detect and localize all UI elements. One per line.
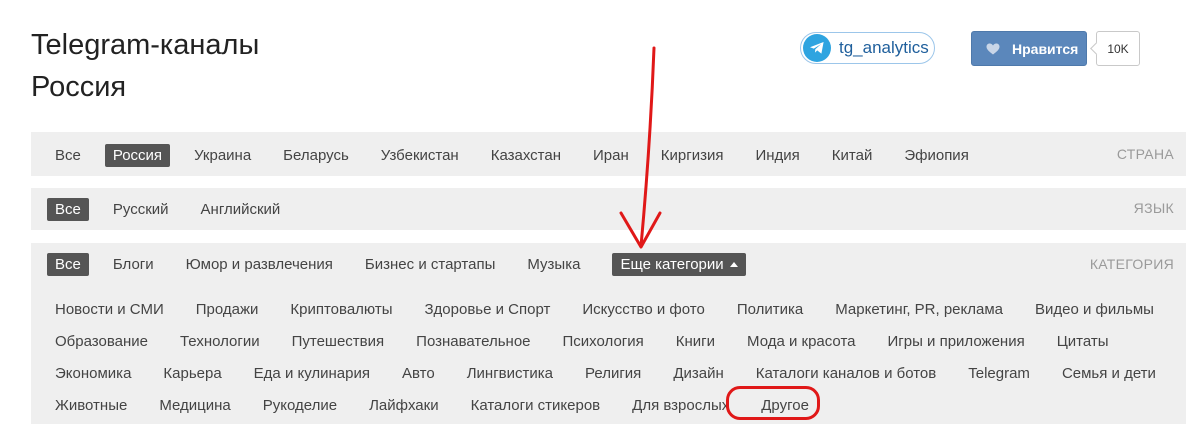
category-item[interactable]: Мода и красота (739, 331, 863, 352)
category-item[interactable]: Лайфхаки (361, 395, 447, 416)
more-categories-button[interactable]: Еще категории (612, 253, 746, 276)
country-filter-label: СТРАНА (1116, 146, 1174, 162)
country-chip-belarus[interactable]: Беларусь (275, 144, 357, 167)
category-item[interactable]: Для взрослых (624, 395, 737, 416)
country-chip-all[interactable]: Все (47, 144, 89, 167)
category-filter-bar: Все Блоги Юмор и развлечения Бизнес и ст… (31, 243, 1186, 424)
language-chip-all[interactable]: Все (47, 198, 89, 221)
category-item[interactable]: Авто (394, 363, 443, 384)
category-item[interactable]: Психология (555, 331, 652, 352)
category-item[interactable]: Искусство и фото (574, 299, 712, 320)
category-item[interactable]: Медицина (151, 395, 238, 416)
language-chip-russian[interactable]: Русский (105, 198, 177, 221)
category-item[interactable]: Игры и приложения (880, 331, 1033, 352)
category-row: Экономика Карьера Еда и кулинария Авто Л… (47, 357, 1167, 389)
country-chip-uzbekistan[interactable]: Узбекистан (373, 144, 467, 167)
like-count: 10K (1096, 31, 1140, 66)
country-chip-china[interactable]: Китай (824, 144, 881, 167)
more-categories-list: Новости и СМИ Продажи Криптовалюты Здоро… (47, 293, 1167, 421)
category-item[interactable]: Религия (577, 363, 649, 384)
category-chip-blogs[interactable]: Блоги (105, 253, 162, 276)
country-filter-bar: Все Россия Украина Беларусь Узбекистан К… (31, 132, 1186, 176)
language-filter-bar: Все Русский Английский ЯЗЫК (31, 188, 1186, 230)
category-chip-humor[interactable]: Юмор и развлечения (178, 253, 341, 276)
more-categories-label: Еще категории (620, 256, 724, 273)
category-item[interactable]: Технологии (172, 331, 268, 352)
category-item[interactable]: Путешествия (284, 331, 393, 352)
heart-icon (986, 43, 1000, 55)
category-item[interactable]: Еда и кулинария (246, 363, 378, 384)
telegram-channel-name: tg_analytics (839, 38, 929, 57)
category-item[interactable]: Дизайн (665, 363, 731, 384)
language-chips: Все Русский Английский (47, 198, 304, 221)
category-item[interactable]: Каталоги каналов и ботов (748, 363, 945, 384)
category-item-other[interactable]: Другое (753, 395, 817, 416)
country-chip-iran[interactable]: Иран (585, 144, 637, 167)
category-item[interactable]: Карьера (155, 363, 229, 384)
category-item[interactable]: Маркетинг, PR, реклама (827, 299, 1011, 320)
category-item[interactable]: Видео и фильмы (1027, 299, 1162, 320)
like-button-label: Нравится (1012, 40, 1079, 57)
category-item[interactable]: Книги (668, 331, 723, 352)
country-chip-ethiopia[interactable]: Эфиопия (896, 144, 976, 167)
category-chips: Все Блоги Юмор и развлечения Бизнес и ст… (47, 253, 762, 276)
category-row: Образование Технологии Путешествия Позна… (47, 325, 1167, 357)
category-item[interactable]: Рукоделие (255, 395, 345, 416)
language-chip-english[interactable]: Английский (193, 198, 289, 221)
category-item[interactable]: Telegram (960, 363, 1038, 384)
category-item[interactable]: Новости и СМИ (47, 299, 172, 320)
telegram-icon (803, 34, 831, 62)
category-chip-business[interactable]: Бизнес и стартапы (357, 253, 503, 276)
category-item[interactable]: Лингвистика (459, 363, 561, 384)
telegram-channel-link[interactable]: tg_analytics (800, 32, 935, 64)
category-item[interactable]: Каталоги стикеров (463, 395, 609, 416)
category-item[interactable]: Животные (47, 395, 135, 416)
category-filter-label: КАТЕГОРИЯ (1089, 256, 1174, 272)
category-item[interactable]: Цитаты (1049, 331, 1117, 352)
category-item[interactable]: Политика (729, 299, 811, 320)
category-item[interactable]: Криптовалюты (282, 299, 400, 320)
like-button[interactable]: Нравится (971, 31, 1087, 66)
page-title-line2: Россия (31, 71, 127, 103)
category-item[interactable]: Здоровье и Спорт (416, 299, 558, 320)
country-chip-kazakhstan[interactable]: Казахстан (483, 144, 569, 167)
country-chip-india[interactable]: Индия (747, 144, 807, 167)
category-item[interactable]: Познавательное (408, 331, 538, 352)
country-chip-russia[interactable]: Россия (104, 144, 171, 167)
page-title: Telegram-каналы Россия (31, 24, 259, 108)
category-item[interactable]: Экономика (47, 363, 139, 384)
category-item[interactable]: Семья и дети (1054, 363, 1164, 384)
country-chip-ukraine[interactable]: Украина (186, 144, 259, 167)
country-chips: Все Россия Украина Беларусь Узбекистан К… (47, 144, 993, 167)
category-row: Животные Медицина Рукоделие Лайфхаки Кат… (47, 389, 1167, 421)
category-item[interactable]: Образование (47, 331, 156, 352)
category-row: Новости и СМИ Продажи Криптовалюты Здоро… (47, 293, 1167, 325)
caret-up-icon (729, 262, 738, 267)
category-chip-music[interactable]: Музыка (519, 253, 588, 276)
page-title-line1: Telegram-каналы (31, 29, 260, 61)
language-filter-label: ЯЗЫК (1133, 200, 1174, 216)
country-chip-kyrgyzstan[interactable]: Киргизия (653, 144, 732, 167)
category-item[interactable]: Продажи (188, 299, 267, 320)
category-chip-all[interactable]: Все (47, 253, 89, 276)
